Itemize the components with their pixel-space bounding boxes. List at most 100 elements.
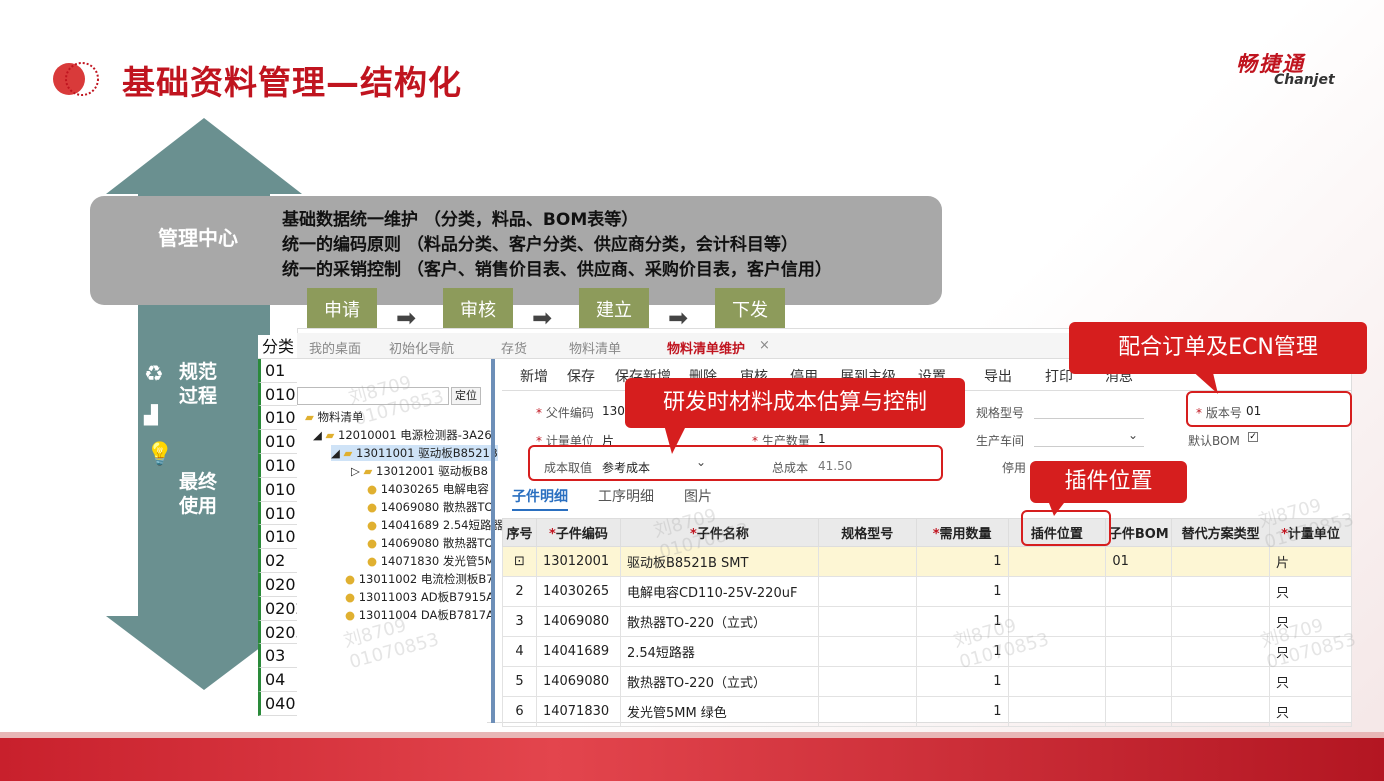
default-bom-checkbox[interactable]: ✓: [1248, 432, 1258, 442]
cell-alt[interactable]: [1171, 666, 1271, 697]
cell-alt[interactable]: [1171, 576, 1271, 607]
cell-name[interactable]: 散热器TO-220（立式）: [619, 606, 819, 637]
category-code[interactable]: 0101: [258, 501, 306, 526]
category-code[interactable]: 0101: [258, 430, 306, 454]
table-row[interactable]: 6 14071830 发光管5MM 绿色 1 只: [502, 696, 1352, 727]
cell-alt[interactable]: [1171, 606, 1271, 637]
cell-qty[interactable]: 1: [915, 696, 1009, 727]
cell-spec[interactable]: [817, 546, 917, 577]
category-code[interactable]: 0101: [258, 406, 306, 431]
tree-node-selected[interactable]: ◢ ▰ 13011001 驱动板B8521B: [331, 445, 498, 461]
cell-pos[interactable]: [1007, 666, 1107, 697]
cell-bom[interactable]: [1105, 606, 1173, 637]
add-button[interactable]: 新增: [520, 366, 548, 386]
cell-code[interactable]: 13012001: [535, 546, 621, 577]
table-row[interactable]: 2 14030265 电解电容CD110-25V-220uF 1 只: [502, 576, 1352, 607]
save-button[interactable]: 保存: [567, 366, 595, 386]
tree-node[interactable]: ● 13011002 电流检测板B7: [345, 571, 494, 587]
cell-unit[interactable]: 只: [1269, 696, 1352, 727]
category-code[interactable]: 0101: [258, 525, 306, 550]
cell-bom[interactable]: [1105, 666, 1173, 697]
cell-pos[interactable]: [1007, 546, 1107, 577]
workshop-select[interactable]: [1034, 446, 1144, 447]
page-title: 基础资料管理—结构化: [122, 63, 462, 102]
cell-no: 3: [502, 606, 537, 637]
category-code[interactable]: 0101: [258, 477, 306, 502]
cell-bom[interactable]: [1105, 576, 1173, 607]
cell-code[interactable]: 14069080: [535, 666, 621, 697]
tab-init-guide[interactable]: 初始化导航: [389, 338, 454, 357]
tab-bom[interactable]: 物料清单: [569, 338, 621, 357]
cell-name[interactable]: 2.54短路器: [619, 636, 819, 667]
tree-node-label: 13011003 AD板B7915A: [358, 590, 495, 604]
tree-node[interactable]: ● 14069080 散热器TO: [367, 499, 493, 515]
category-code[interactable]: 0203: [258, 620, 306, 645]
tab-desktop[interactable]: 我的桌面: [309, 338, 361, 357]
tree-node[interactable]: ● 14030265 电解电容: [367, 481, 489, 497]
cell-name[interactable]: 电解电容CD110-25V-220uF: [619, 576, 819, 607]
splitter[interactable]: [491, 359, 495, 723]
table-row[interactable]: 4 14041689 2.54短路器 1 只: [502, 636, 1352, 667]
category-code[interactable]: 0401: [258, 691, 306, 716]
tree-node[interactable]: ● 13011003 AD板B7915A: [345, 589, 494, 605]
tree-node[interactable]: ● 14071830 发光管5M: [367, 553, 495, 569]
tab-inventory[interactable]: 存货: [501, 338, 527, 357]
cell-alt[interactable]: [1171, 636, 1271, 667]
qty-field[interactable]: 1: [818, 432, 826, 446]
tree-node[interactable]: ▷ ▰ 13012001 驱动板B8: [351, 463, 488, 479]
cell-bom[interactable]: [1105, 636, 1173, 667]
category-code[interactable]: 0202: [258, 596, 306, 621]
cell-alt[interactable]: [1171, 546, 1271, 577]
cell-unit[interactable]: 只: [1269, 576, 1352, 607]
table-row[interactable]: 3 14069080 散热器TO-220（立式） 1 只: [502, 606, 1352, 637]
item-dot-icon: ●: [345, 608, 356, 622]
cell-spec[interactable]: [817, 636, 917, 667]
category-code[interactable]: 04: [258, 668, 297, 692]
locate-button[interactable]: 定位: [451, 387, 481, 405]
cell-code[interactable]: 14041689: [535, 636, 621, 667]
cell-pos[interactable]: [1007, 576, 1107, 607]
category-code[interactable]: 0101: [258, 382, 306, 407]
tree-node-label: 14030265 电解电容: [380, 482, 489, 496]
cell-name[interactable]: 散热器TO-220（立式）: [619, 666, 819, 697]
chevron-down-icon[interactable]: ⌄: [1128, 428, 1138, 442]
step-release: 下发: [715, 288, 785, 330]
cell-unit[interactable]: 只: [1269, 666, 1352, 697]
cell-spec[interactable]: [817, 576, 917, 607]
cell-name[interactable]: 发光管5MM 绿色: [619, 696, 819, 727]
cell-alt[interactable]: [1171, 696, 1271, 727]
close-icon[interactable]: ×: [759, 338, 770, 353]
tab-bom-maintenance[interactable]: 物料清单维护: [667, 338, 745, 357]
parent-code-field[interactable]: 130: [602, 404, 625, 418]
category-code[interactable]: 02: [258, 549, 297, 573]
spec-field[interactable]: [1034, 418, 1144, 419]
cell-pos[interactable]: [1007, 696, 1107, 727]
category-code[interactable]: 03: [258, 644, 297, 669]
category-code[interactable]: 01: [258, 358, 297, 383]
cell-spec[interactable]: [817, 666, 917, 697]
cell-qty[interactable]: 1: [915, 546, 1009, 577]
category-code[interactable]: 0101: [258, 453, 306, 478]
cell-qty[interactable]: 1: [915, 576, 1009, 607]
table-row[interactable]: ⊡ 13012001 驱动板B8521B SMT 1 01 片: [502, 546, 1352, 577]
tab-operations[interactable]: 工序明细: [598, 486, 654, 506]
export-button[interactable]: 导出: [984, 366, 1012, 386]
cell-bom[interactable]: [1105, 696, 1173, 727]
cell-unit[interactable]: 片: [1269, 546, 1352, 577]
tree-node[interactable]: ● 14069080 散热器TO: [367, 535, 493, 551]
row-handle-icon[interactable]: ⊡: [502, 546, 537, 577]
table-row[interactable]: 5 14069080 散热器TO-220（立式） 1 只: [502, 666, 1352, 697]
category-code[interactable]: 0201: [258, 572, 306, 597]
cell-code[interactable]: 14030265: [535, 576, 621, 607]
cell-code[interactable]: 14071830: [535, 696, 621, 727]
cell-code[interactable]: 14069080: [535, 606, 621, 637]
tab-children[interactable]: 子件明细: [512, 486, 568, 511]
col-header: 规格型号: [817, 518, 917, 547]
tree-node[interactable]: ● 14041689 2.54短路器: [367, 517, 503, 533]
cell-spec[interactable]: [817, 606, 917, 637]
tree-node[interactable]: ◢ ▰ 12010001 电源检测器-3A26: [313, 427, 492, 443]
cell-name[interactable]: 驱动板B8521B SMT: [619, 546, 819, 577]
cell-spec[interactable]: [817, 696, 917, 727]
item-dot-icon: ●: [367, 482, 378, 496]
cell-bom[interactable]: 01: [1105, 546, 1173, 577]
